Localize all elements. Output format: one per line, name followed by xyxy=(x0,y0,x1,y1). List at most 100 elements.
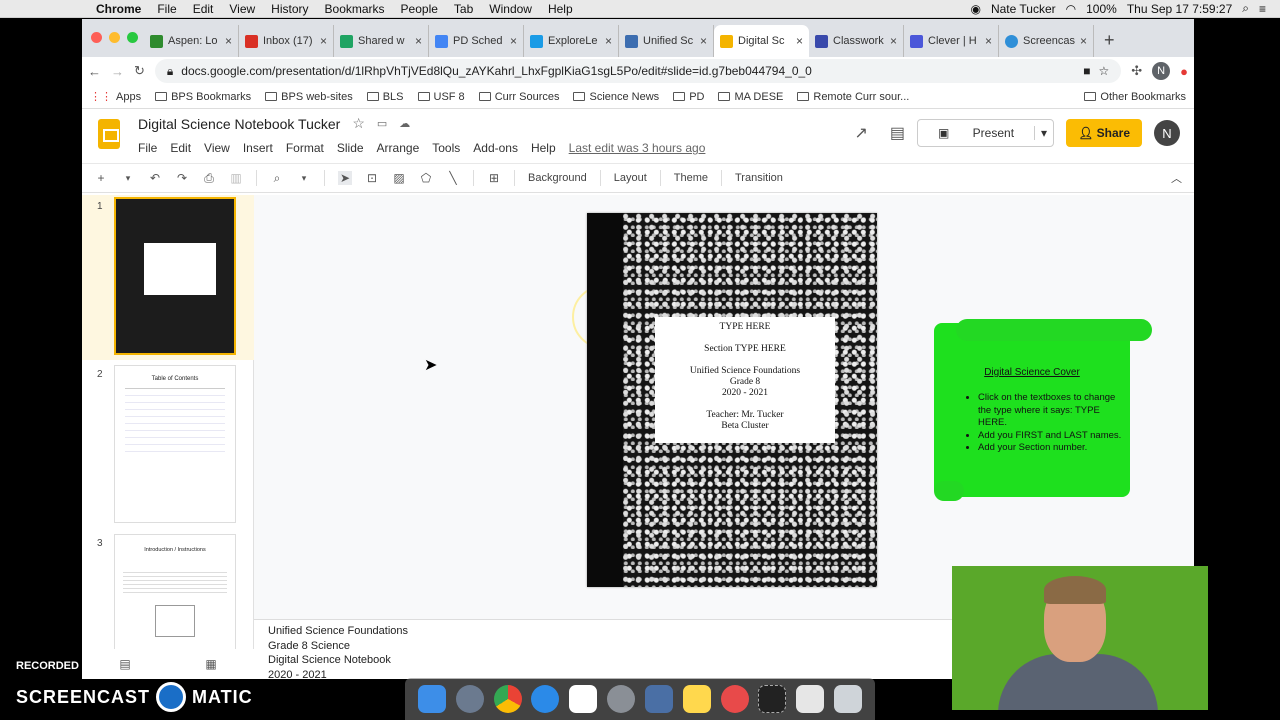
slides-logo-icon[interactable] xyxy=(98,119,120,149)
present-dropdown-icon[interactable]: ▾ xyxy=(1034,126,1053,140)
screenshot-icon[interactable] xyxy=(758,685,787,713)
cover-label-textbox[interactable]: TYPE HERE Section TYPE HERE Unified Scie… xyxy=(655,317,835,443)
activity-trend-icon[interactable]: ↗ xyxy=(854,123,867,143)
mac-menu-history[interactable]: History xyxy=(263,2,316,16)
collapse-toolbar-icon[interactable]: ︿ xyxy=(1171,170,1182,186)
menu-file[interactable]: File xyxy=(138,141,157,155)
notes-app-icon[interactable] xyxy=(682,685,711,713)
instruction-scroll-note[interactable]: Digital Science Cover Click on the textb… xyxy=(934,319,1152,501)
menu-addons[interactable]: Add-ons xyxy=(473,141,518,155)
menu-list-icon[interactable]: ≡ xyxy=(1259,2,1266,16)
clock[interactable]: Thu Sep 17 7:59:27 xyxy=(1127,2,1232,16)
url-field[interactable]: 🔒︎ docs.google.com/presentation/d/1lRhpV… xyxy=(154,59,1122,83)
bookmark-star-icon[interactable]: ☆ xyxy=(1098,64,1109,78)
shape-icon[interactable]: ⬠ xyxy=(419,171,433,185)
mac-menu-view[interactable]: View xyxy=(221,2,263,16)
tab-close-icon[interactable]: × xyxy=(700,34,707,48)
menu-insert[interactable]: Insert xyxy=(243,141,273,155)
bookmark-bps-web-sites[interactable]: BPS web-sites xyxy=(265,91,353,103)
bookmark-science-news[interactable]: Science News xyxy=(573,91,659,103)
camera-icon[interactable]: ■ xyxy=(1083,64,1090,78)
layout-button[interactable]: Layout xyxy=(614,172,647,184)
comments-icon[interactable]: ▤ xyxy=(890,123,905,143)
tab-shared[interactable]: Shared w × xyxy=(334,25,429,57)
wifi-icon[interactable]: ◠ xyxy=(1066,2,1076,16)
bookmark-pd[interactable]: PD xyxy=(673,91,704,103)
tab-digital-science[interactable]: Digital Sc × xyxy=(714,25,809,57)
slide-thumbnail[interactable] xyxy=(114,197,236,355)
calendar-icon[interactable] xyxy=(569,685,598,713)
forward-icon[interactable]: → xyxy=(111,64,124,79)
mac-menu-edit[interactable]: Edit xyxy=(185,2,222,16)
tab-classwork[interactable]: Classwork × xyxy=(809,25,904,57)
move-folder-icon[interactable]: ▭ xyxy=(377,117,387,130)
filmstrip-slide-2[interactable]: 2 Table of Contents xyxy=(82,363,254,528)
cloud-status-icon[interactable]: ☁︎ xyxy=(399,117,410,130)
menu-arrange[interactable]: Arrange xyxy=(377,141,420,155)
star-icon[interactable]: ☆ xyxy=(352,115,365,132)
filmstrip-slide-1[interactable]: 1 xyxy=(82,195,254,360)
last-edit-link[interactable]: Last edit was 3 hours ago xyxy=(569,141,706,155)
launchpad-icon[interactable] xyxy=(455,685,484,713)
photos-capture-icon[interactable] xyxy=(644,685,673,713)
menu-slide[interactable]: Slide xyxy=(337,141,364,155)
bookmark-bls[interactable]: BLS xyxy=(366,91,404,103)
section-placeholder[interactable]: Section TYPE HERE xyxy=(655,344,835,355)
tab-clever[interactable]: Clever | H × xyxy=(904,25,999,57)
mac-menu-window[interactable]: Window xyxy=(481,2,540,16)
print-icon[interactable]: ⎙ xyxy=(202,171,216,186)
bookmark-curr-sources[interactable]: Curr Sources xyxy=(478,91,559,103)
tab-inbox[interactable]: Inbox (17) × xyxy=(239,25,334,57)
tab-close-icon[interactable]: × xyxy=(985,34,992,48)
present-button[interactable]: ▣ Present ▾ xyxy=(917,119,1055,147)
theme-button[interactable]: Theme xyxy=(674,172,708,184)
mac-menu-tab[interactable]: Tab xyxy=(446,2,481,16)
tab-close-icon[interactable]: × xyxy=(890,34,897,48)
record-icon[interactable]: ◉ xyxy=(970,2,980,16)
mac-menu-people[interactable]: People xyxy=(393,2,446,16)
close-window-button[interactable] xyxy=(91,32,102,43)
tab-unified[interactable]: Unified Sc × xyxy=(619,25,714,57)
slide-thumbnail[interactable]: Table of Contents xyxy=(114,365,236,523)
transition-button[interactable]: Transition xyxy=(735,172,783,184)
zoom-dropdown-icon[interactable]: ▾ xyxy=(297,173,311,184)
menu-edit[interactable]: Edit xyxy=(170,141,191,155)
mac-menu-help[interactable]: Help xyxy=(540,2,581,16)
back-icon[interactable]: ← xyxy=(88,64,101,79)
list-view-icon[interactable]: ▤ xyxy=(119,657,130,671)
tab-close-icon[interactable]: × xyxy=(415,34,422,48)
current-slide[interactable]: TYPE HERE Section TYPE HERE Unified Scie… xyxy=(587,213,877,587)
tab-explore[interactable]: ExploreLe × xyxy=(524,25,619,57)
app-name[interactable]: Chrome xyxy=(88,2,149,16)
background-button[interactable]: Background xyxy=(528,172,587,184)
document-title[interactable]: Digital Science Notebook Tucker xyxy=(138,116,340,132)
tab-close-icon[interactable]: × xyxy=(510,34,517,48)
menu-view[interactable]: View xyxy=(204,141,230,155)
safari-icon[interactable] xyxy=(531,685,560,713)
tab-screencast[interactable]: Screencas × xyxy=(999,25,1094,57)
finder-icon[interactable] xyxy=(417,685,446,713)
text-box-icon[interactable]: ⊡ xyxy=(365,171,379,185)
select-cursor-icon[interactable]: ➤ xyxy=(338,171,352,185)
system-preferences-icon[interactable] xyxy=(607,685,636,713)
spotlight-icon[interactable]: ⌕ xyxy=(1242,1,1249,16)
battery-percent[interactable]: 100% xyxy=(1086,2,1117,16)
mac-menu-bookmarks[interactable]: Bookmarks xyxy=(317,2,393,16)
new-slide-icon[interactable]: + xyxy=(94,171,108,185)
add-comment-icon[interactable]: ⊞ xyxy=(487,171,501,185)
other-bookmarks[interactable]: Other Bookmarks xyxy=(1084,91,1186,103)
tab-pd-schedule[interactable]: PD Sched × xyxy=(429,25,524,57)
menu-help[interactable]: Help xyxy=(531,141,556,155)
redo-icon[interactable]: ↷ xyxy=(175,171,189,185)
bookmark-apps[interactable]: ⋮⋮ Apps xyxy=(90,90,141,104)
tab-close-icon[interactable]: × xyxy=(605,34,612,48)
undo-icon[interactable]: ↶ xyxy=(148,171,162,185)
zoom-icon[interactable]: ⌕ xyxy=(270,171,284,186)
menu-tools[interactable]: Tools xyxy=(432,141,460,155)
downloads-stack-icon[interactable] xyxy=(796,685,825,713)
line-icon[interactable]: ╲ xyxy=(446,171,460,185)
bookmark-usf8[interactable]: USF 8 xyxy=(417,91,465,103)
new-slide-dropdown-icon[interactable]: ▾ xyxy=(121,173,135,184)
extensions-icon[interactable]: ✣ xyxy=(1131,63,1142,79)
tab-close-icon[interactable]: × xyxy=(1080,34,1087,48)
